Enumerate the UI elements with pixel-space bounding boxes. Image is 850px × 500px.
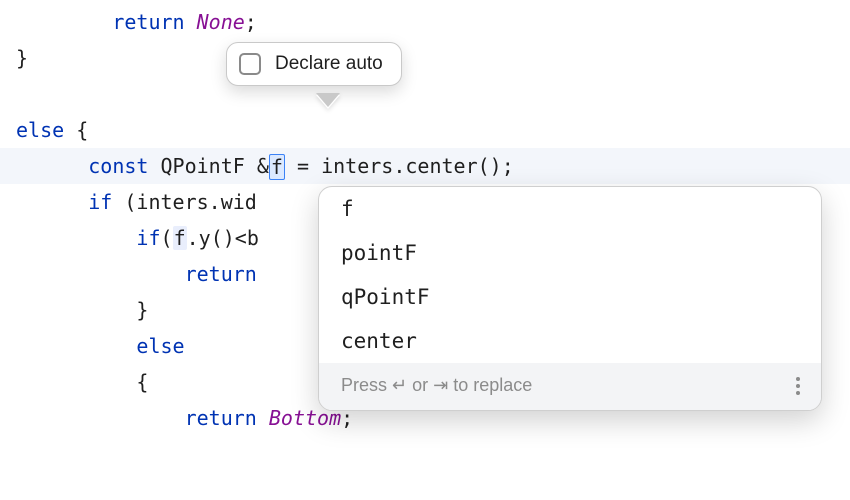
tab-key-icon: ⇥ (433, 375, 448, 395)
completion-popup[interactable]: f pointF qPointF center Press ↵ or ⇥ to … (318, 186, 822, 411)
type-qpointf: QPointF (161, 154, 245, 178)
code-line[interactable] (0, 76, 850, 112)
completion-footer: Press ↵ or ⇥ to replace (319, 363, 821, 410)
keyword-else: else (16, 118, 64, 142)
keyword-else: else (136, 334, 184, 358)
code-line[interactable]: else { (0, 112, 850, 148)
punct-amp: & (257, 154, 269, 178)
var-ref-f: f (173, 226, 187, 250)
expr-tail: .y()<b (187, 226, 259, 250)
hint-text: Press (341, 375, 392, 395)
punct-semi: ; (245, 10, 257, 34)
completion-hint: Press ↵ or ⇥ to replace (341, 375, 532, 396)
declare-auto-popup[interactable]: Declare auto (226, 42, 402, 86)
keyword-if: if (136, 226, 160, 250)
literal-none: None (197, 10, 245, 34)
enter-key-icon: ↵ (392, 375, 407, 395)
expr-tail: = inters.center(); (285, 154, 514, 178)
expr: (inters.wid (124, 190, 256, 214)
punct-open: ( (161, 226, 173, 250)
completion-item[interactable]: center (319, 319, 821, 363)
code-line[interactable]: return None; (0, 4, 850, 40)
completion-item[interactable]: f (319, 187, 821, 231)
popup-arrow-icon (316, 95, 340, 109)
completion-item[interactable]: pointF (319, 231, 821, 275)
more-options-icon[interactable] (789, 377, 807, 395)
keyword-if: if (88, 190, 112, 214)
hint-text: or (407, 375, 433, 395)
rename-target[interactable]: f (269, 154, 285, 180)
completion-item[interactable]: qPointF (319, 275, 821, 319)
keyword-return: return (112, 10, 184, 34)
code-editor[interactable]: return None; } else { const QPointF &f =… (0, 0, 850, 500)
keyword-return: return (185, 262, 257, 286)
declare-auto-label: Declare auto (275, 53, 383, 75)
keyword-const: const (88, 154, 148, 178)
punct-brace: } (16, 46, 28, 70)
keyword-return: return (185, 406, 257, 430)
punct-brace: } (136, 298, 148, 322)
declare-auto-checkbox[interactable] (239, 53, 261, 75)
code-line-active[interactable]: const QPointF &f = inters.center(); (0, 148, 850, 184)
code-line[interactable]: } (0, 40, 850, 76)
punct-brace: { (76, 118, 88, 142)
punct-brace: { (136, 370, 148, 394)
hint-text: to replace (448, 375, 532, 395)
